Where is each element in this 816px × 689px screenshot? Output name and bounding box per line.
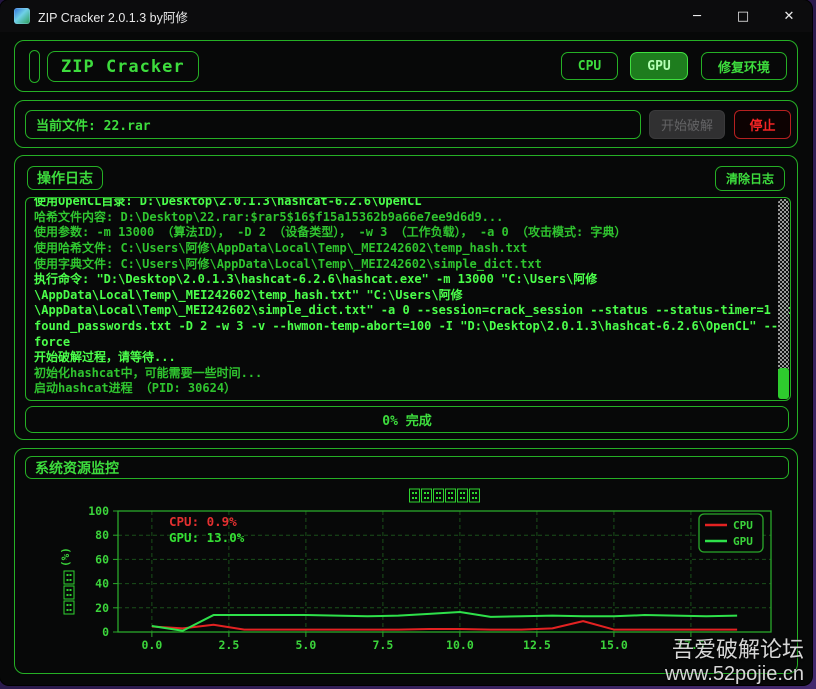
- svg-text:7.5: 7.5: [373, 638, 394, 652]
- log-line: 开始破解过程，请等待...: [34, 350, 772, 366]
- log-line: 使用哈希文件: C:\Users\阿修\AppData\Local\Temp\_…: [34, 241, 772, 257]
- svg-text:100: 100: [88, 504, 109, 518]
- log-line: 初始化hashcat中，可能需要一些时间...: [34, 366, 772, 382]
- svg-text:CPU: CPU: [733, 519, 753, 532]
- log-line: 使用参数: -m 13000 （算法ID）， -D 2 （设备类型）， -w 3…: [34, 225, 772, 241]
- svg-text:0.0: 0.0: [141, 638, 162, 652]
- repair-env-button[interactable]: 修复环境: [701, 52, 787, 80]
- gpu-mode-button[interactable]: GPU: [630, 52, 688, 80]
- clear-log-button[interactable]: 清除日志: [715, 166, 785, 191]
- svg-text:(%): (%): [59, 547, 72, 567]
- log-scrollbar[interactable]: [778, 199, 789, 399]
- log-line: 哈希文件内容: D:\Desktop\22.rar:$rar5$16$f15a1…: [34, 210, 772, 226]
- log-line: \AppData\Local\Temp\_MEI242602\temp_hash…: [34, 288, 772, 304]
- app-icon: [14, 8, 30, 24]
- log-line: \AppData\Local\Temp\_MEI242602\simple_di…: [34, 303, 772, 319]
- app-logo: ZIP Cracker: [47, 51, 199, 82]
- cpu-mode-button[interactable]: CPU: [561, 52, 618, 80]
- svg-text:2.5: 2.5: [218, 638, 239, 652]
- svg-text:GPU: 13.0%: GPU: 13.0%: [169, 530, 245, 545]
- watermark-line1: 吾爱破解论坛: [665, 638, 804, 663]
- log-line: 使用OpenCL目录: D:\Desktop\2.0.1.3\hashcat-6…: [34, 197, 772, 210]
- log-panel: 操作日志 清除日志 使用OpenCL目录: D:\Desktop\2.0.1.3…: [14, 155, 798, 440]
- svg-text:80: 80: [95, 528, 109, 542]
- log-scrollbar-thumb[interactable]: [778, 368, 789, 399]
- svg-text:CPU: 0.9%: CPU: 0.9%: [169, 514, 237, 529]
- watermark-line2: www.52pojie.cn: [665, 663, 804, 685]
- app-window: ZIP Cracker 2.0.1.3 by阿修 ─ □ ✕ ZIP Crack…: [0, 0, 812, 685]
- maximize-icon[interactable]: □: [720, 0, 766, 32]
- minimize-icon[interactable]: ─: [674, 0, 720, 32]
- svg-text:20: 20: [95, 601, 109, 615]
- svg-text:40: 40: [95, 577, 109, 591]
- window-title: ZIP Cracker 2.0.1.3 by阿修: [38, 7, 188, 26]
- svg-text:15.0: 15.0: [600, 638, 628, 652]
- zipper-icon: [29, 50, 40, 83]
- titlebar: ZIP Cracker 2.0.1.3 by阿修 ─ □ ✕: [0, 0, 812, 32]
- svg-text:12.5: 12.5: [523, 638, 551, 652]
- file-panel: 当前文件: 22.rar 开始破解 停止: [14, 100, 798, 148]
- log-section-title: 操作日志: [27, 166, 103, 190]
- svg-text:5.0: 5.0: [296, 638, 317, 652]
- start-crack-button: 开始破解: [649, 110, 725, 139]
- log-line: 启动hashcat进程 （PID: 30624）: [34, 381, 772, 397]
- stop-button[interactable]: 停止: [734, 110, 791, 139]
- svg-text:10.0: 10.0: [446, 638, 474, 652]
- svg-text:60: 60: [95, 552, 109, 566]
- log-lines: 使用OpenCL目录: D:\Desktop\2.0.1.3\hashcat-6…: [34, 197, 772, 397]
- svg-text:GPU: GPU: [733, 535, 753, 548]
- svg-text:0: 0: [102, 625, 109, 639]
- log-line: 使用字典文件: C:\Users\阿修\AppData\Local\Temp\_…: [34, 257, 772, 273]
- window-controls: ─ □ ✕: [674, 0, 812, 32]
- progress-bar: 0% 完成: [25, 406, 789, 433]
- log-line: 执行命令: "D:\Desktop\2.0.1.3\hashcat-6.2.6\…: [34, 272, 772, 288]
- log-output[interactable]: 使用OpenCL目录: D:\Desktop\2.0.1.3\hashcat-6…: [25, 197, 791, 401]
- log-line: found_passwords.txt -D 2 -w 3 -v --hwmon…: [34, 319, 772, 335]
- log-line: force: [34, 335, 772, 351]
- watermark: 吾爱破解论坛 www.52pojie.cn: [665, 638, 804, 685]
- current-file-field[interactable]: 当前文件: 22.rar: [25, 110, 641, 139]
- header-panel: ZIP Cracker CPU GPU 修复环境: [14, 40, 798, 92]
- close-icon[interactable]: ✕: [766, 0, 812, 32]
- monitor-section-title: 系统资源监控: [25, 456, 789, 479]
